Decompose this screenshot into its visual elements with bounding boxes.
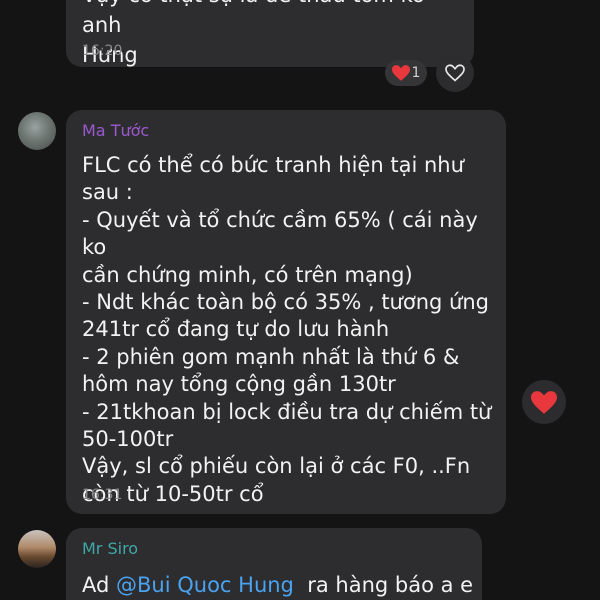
message-bubble[interactable]: Mr Siro Ad @Bui Quoc Hung ra hàng báo a … bbox=[66, 528, 482, 600]
heart-outline-icon bbox=[445, 64, 465, 82]
reaction-badge[interactable]: 1 bbox=[385, 60, 427, 86]
avatar[interactable] bbox=[18, 112, 56, 150]
heart-icon bbox=[391, 65, 410, 81]
sender-name[interactable]: Mr Siro bbox=[82, 539, 138, 559]
avatar[interactable] bbox=[18, 530, 56, 568]
chat-screen: Vậy có thật sự là đề thầu tôm ko anh Hưn… bbox=[0, 0, 600, 600]
message-text: Ad @Bui Quoc Hung ra hàng báo a e bbox=[82, 572, 494, 599]
reaction-heart-button[interactable] bbox=[522, 380, 566, 424]
message-text: FLC có thể có bức tranh hiện tại như sau… bbox=[82, 153, 492, 506]
mention-link[interactable]: @Bui Quoc Hung bbox=[116, 573, 294, 597]
heart-icon bbox=[531, 390, 557, 414]
message-bubble[interactable]: Ma Tước FLC có thể có bức tranh hiện tại… bbox=[66, 110, 506, 514]
reaction-count: 1 bbox=[411, 65, 421, 81]
message-text-prefix: Ad bbox=[82, 573, 117, 597]
sender-name[interactable]: Ma Tước bbox=[82, 121, 149, 141]
message-bubble[interactable]: Vậy có thật sự là đề thầu tôm ko anh Hưn… bbox=[66, 0, 474, 67]
message-time: 16:31 bbox=[82, 487, 123, 503]
react-button[interactable] bbox=[436, 54, 474, 92]
message-text-suffix: ra hàng báo a e bbox=[293, 573, 474, 597]
message-time: 16:20 bbox=[82, 43, 123, 59]
